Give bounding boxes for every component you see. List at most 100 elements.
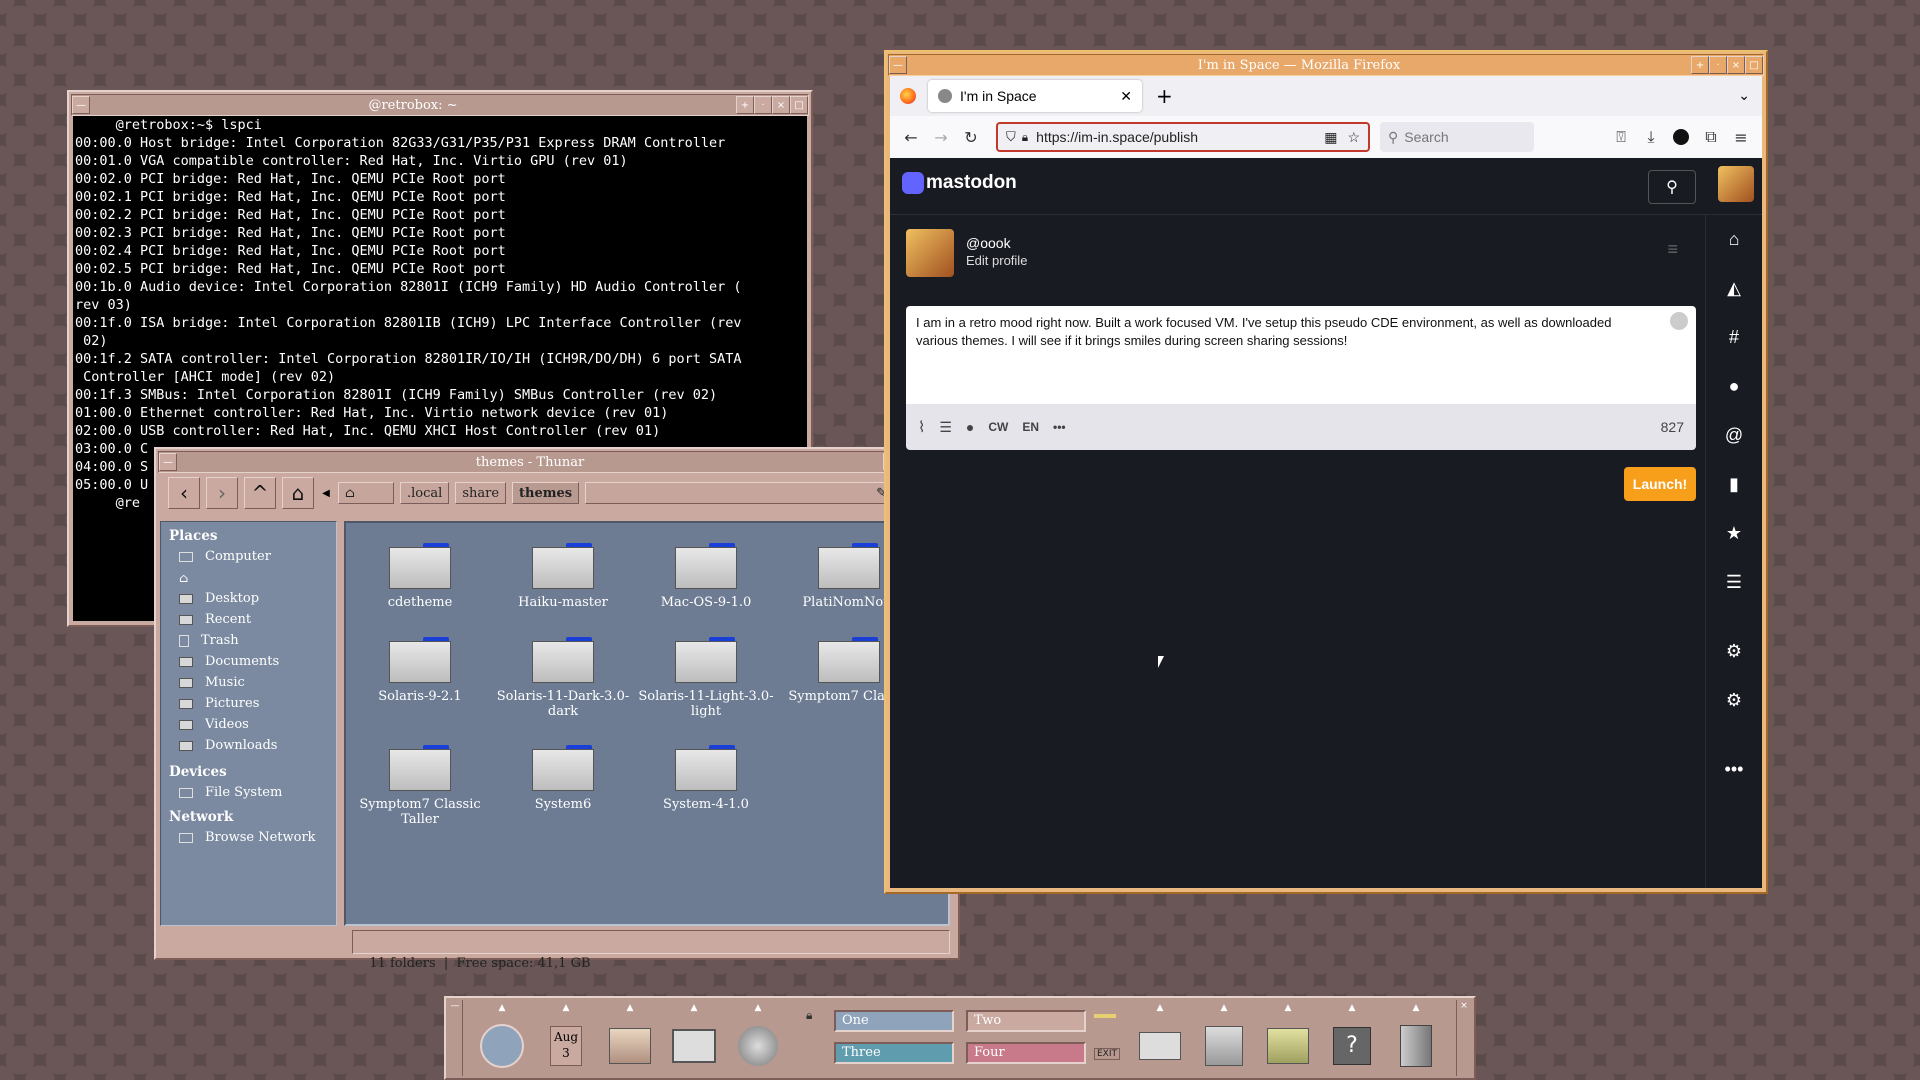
subpanel-arrow[interactable]: ▲ (540, 1002, 592, 1014)
forward-button[interactable]: › (206, 477, 238, 509)
window-menu-button[interactable]: — (72, 96, 90, 114)
path-crumb-share[interactable]: share (455, 482, 507, 504)
sidebar-item-downloads[interactable]: Downloads (161, 735, 336, 756)
qr-code-icon[interactable]: ▦ (1324, 129, 1337, 146)
lock-icon[interactable]: 🔒︎ (1022, 130, 1028, 145)
firefox-window[interactable]: — I'm in Space — Mozilla Firefox + · × □… (884, 50, 1768, 894)
shade-button[interactable]: · (754, 96, 772, 114)
sidebar-item-recent[interactable]: Recent (161, 609, 336, 630)
firefox-titlebar[interactable]: — I'm in Space — Mozilla Firefox + · × □ (888, 54, 1764, 76)
path-left-arrow[interactable]: ◀ (320, 488, 332, 499)
workspace-one-button[interactable]: One (834, 1010, 954, 1032)
sidebar-item-computer[interactable]: Computer (161, 546, 336, 567)
account-icon[interactable] (1666, 122, 1696, 152)
workspace-four-button[interactable]: Four (966, 1042, 1086, 1064)
panel-handle-right[interactable]: × (1456, 1000, 1471, 1076)
app-menu-icon[interactable]: ≡ (1726, 122, 1756, 152)
subpanel-arrow[interactable]: ▲ (476, 1002, 528, 1014)
folder-item[interactable]: System6 (493, 745, 633, 812)
compose-box[interactable]: I am in a retro mood right now. Built a … (906, 306, 1696, 404)
sidebar-item-documents[interactable]: Documents (161, 651, 336, 672)
folder-item[interactable]: Solaris-9-2.1 (350, 637, 490, 704)
url-bar[interactable]: ⛉ 🔒︎ https://im-in.space/publish ▦ ☆ (996, 122, 1370, 152)
subpanel-arrow[interactable]: ▲ (1390, 1002, 1442, 1014)
path-home-crumb[interactable]: ⌂ (338, 482, 394, 504)
hashtag-icon[interactable]: # (1706, 313, 1762, 362)
minimize-button[interactable]: + (736, 96, 754, 114)
profile-avatar[interactable] (906, 229, 954, 277)
subpanel-arrow[interactable]: ▲ (1134, 1002, 1186, 1014)
mastodon-logo[interactable]: mastodon (902, 172, 1017, 194)
folder-item[interactable]: Haiku-master (493, 543, 633, 610)
trash-icon[interactable] (1388, 1020, 1444, 1072)
sidebar-item-desktop[interactable]: Desktop (161, 588, 336, 609)
gear-icon[interactable]: ⚙ (1706, 627, 1762, 676)
url-text[interactable]: https://im-in.space/publish (1036, 129, 1324, 145)
subpanel-arrow[interactable]: ▲ (1262, 1002, 1314, 1014)
path-crumb-themes[interactable]: themes (512, 482, 580, 504)
folder-item[interactable]: System-4-1.0 (636, 745, 776, 812)
text-editor-icon[interactable] (730, 1020, 786, 1072)
reload-icon[interactable]: ↻ (956, 122, 986, 152)
bookmark-icon[interactable]: ▮ (1706, 460, 1762, 509)
sidebar-item-pictures[interactable]: Pictures (161, 693, 336, 714)
bookmark-star-icon[interactable]: ☆ (1347, 129, 1360, 146)
sidebar-item-music[interactable]: Music (161, 672, 336, 693)
folder-item[interactable]: Solaris-11-Light-3.0-light (636, 637, 776, 719)
subpanel-arrow[interactable]: ▲ (1198, 1002, 1250, 1014)
search-bar[interactable]: ⚲ Search (1380, 122, 1534, 152)
thunar-titlebar[interactable]: — themes - Thunar + · × □ (158, 451, 956, 473)
launch-button[interactable]: Launch! (1624, 467, 1696, 501)
maximize-button[interactable]: □ (1745, 56, 1763, 74)
tab-im-in-space[interactable]: I'm in Space ✕ (928, 80, 1142, 112)
folder-item[interactable]: Solaris-11-Dark-3.0-dark (493, 637, 633, 719)
folder-item[interactable]: Symptom7 Classic Taller (350, 745, 490, 827)
printer-icon[interactable] (1132, 1020, 1188, 1072)
cw-button[interactable]: CW (988, 420, 1008, 434)
close-button[interactable]: × (772, 96, 790, 114)
more-icon[interactable]: ••• (1706, 745, 1762, 794)
folder-view[interactable]: cdetheme Haiku-master Mac-OS-9-1.0 PlatiNom… (344, 521, 950, 926)
emoji-icon[interactable] (1670, 312, 1688, 330)
sidebar-item-browse-network[interactable]: Browse Network (161, 827, 336, 848)
shield-icon[interactable]: ⛉ (1006, 129, 1016, 145)
compose-text[interactable]: I am in a retro mood right now. Built a … (916, 315, 1611, 348)
list-icon[interactable]: ☰ (1706, 558, 1762, 607)
bell-icon[interactable]: ◭ (1706, 264, 1762, 313)
terminal-icon[interactable] (666, 1020, 722, 1072)
style-manager-icon[interactable] (1196, 1020, 1252, 1072)
gears-icon[interactable]: ⚙ (1706, 676, 1762, 725)
globe-icon[interactable]: ● (1706, 362, 1762, 411)
clock-icon[interactable] (474, 1020, 530, 1072)
extensions-icon[interactable]: ⧉ (1696, 122, 1726, 152)
pocket-icon[interactable]: ⍔ (1606, 122, 1636, 152)
minimize-button[interactable]: + (1691, 56, 1709, 74)
close-tab-icon[interactable]: ✕ (1120, 88, 1132, 105)
sidebar-item-file-system[interactable]: File System (161, 782, 336, 803)
path-entry-area[interactable]: ✎ (585, 482, 894, 504)
shade-button[interactable]: · (1709, 56, 1727, 74)
firefox-logo-icon[interactable] (900, 88, 916, 104)
folder-item[interactable]: Mac-OS-9-1.0 (636, 543, 776, 610)
subpanel-arrow[interactable]: ▲ (604, 1002, 656, 1014)
language-button[interactable]: EN (1022, 420, 1039, 434)
home-icon[interactable]: ⌂ (1706, 215, 1762, 264)
application-manager-icon[interactable] (1260, 1020, 1316, 1072)
menu-icon[interactable]: ≡ (1667, 239, 1678, 260)
home-button[interactable]: ⌂ (282, 477, 314, 509)
path-crumb-local[interactable]: .local (400, 482, 450, 504)
window-menu-button[interactable]: — (159, 453, 177, 471)
folder-item[interactable]: cdetheme (350, 543, 490, 610)
avatar[interactable] (1718, 166, 1754, 202)
new-tab-button[interactable]: + (1156, 84, 1173, 108)
up-button[interactable]: ^ (244, 477, 276, 509)
subpanel-arrow[interactable]: ▲ (732, 1002, 784, 1014)
downloads-icon[interactable]: ⤓ (1636, 122, 1666, 152)
sidebar-item-home[interactable]: ⌂ (161, 567, 336, 588)
workspace-two-button[interactable]: Two (966, 1010, 1086, 1032)
attach-icon[interactable]: ⌇ (918, 418, 925, 436)
subpanel-arrow[interactable]: ▲ (668, 1002, 720, 1014)
poll-icon[interactable]: ☰ (939, 419, 952, 436)
panel-handle-left[interactable]: — (448, 1000, 463, 1076)
back-button[interactable]: ‹ (168, 477, 200, 509)
